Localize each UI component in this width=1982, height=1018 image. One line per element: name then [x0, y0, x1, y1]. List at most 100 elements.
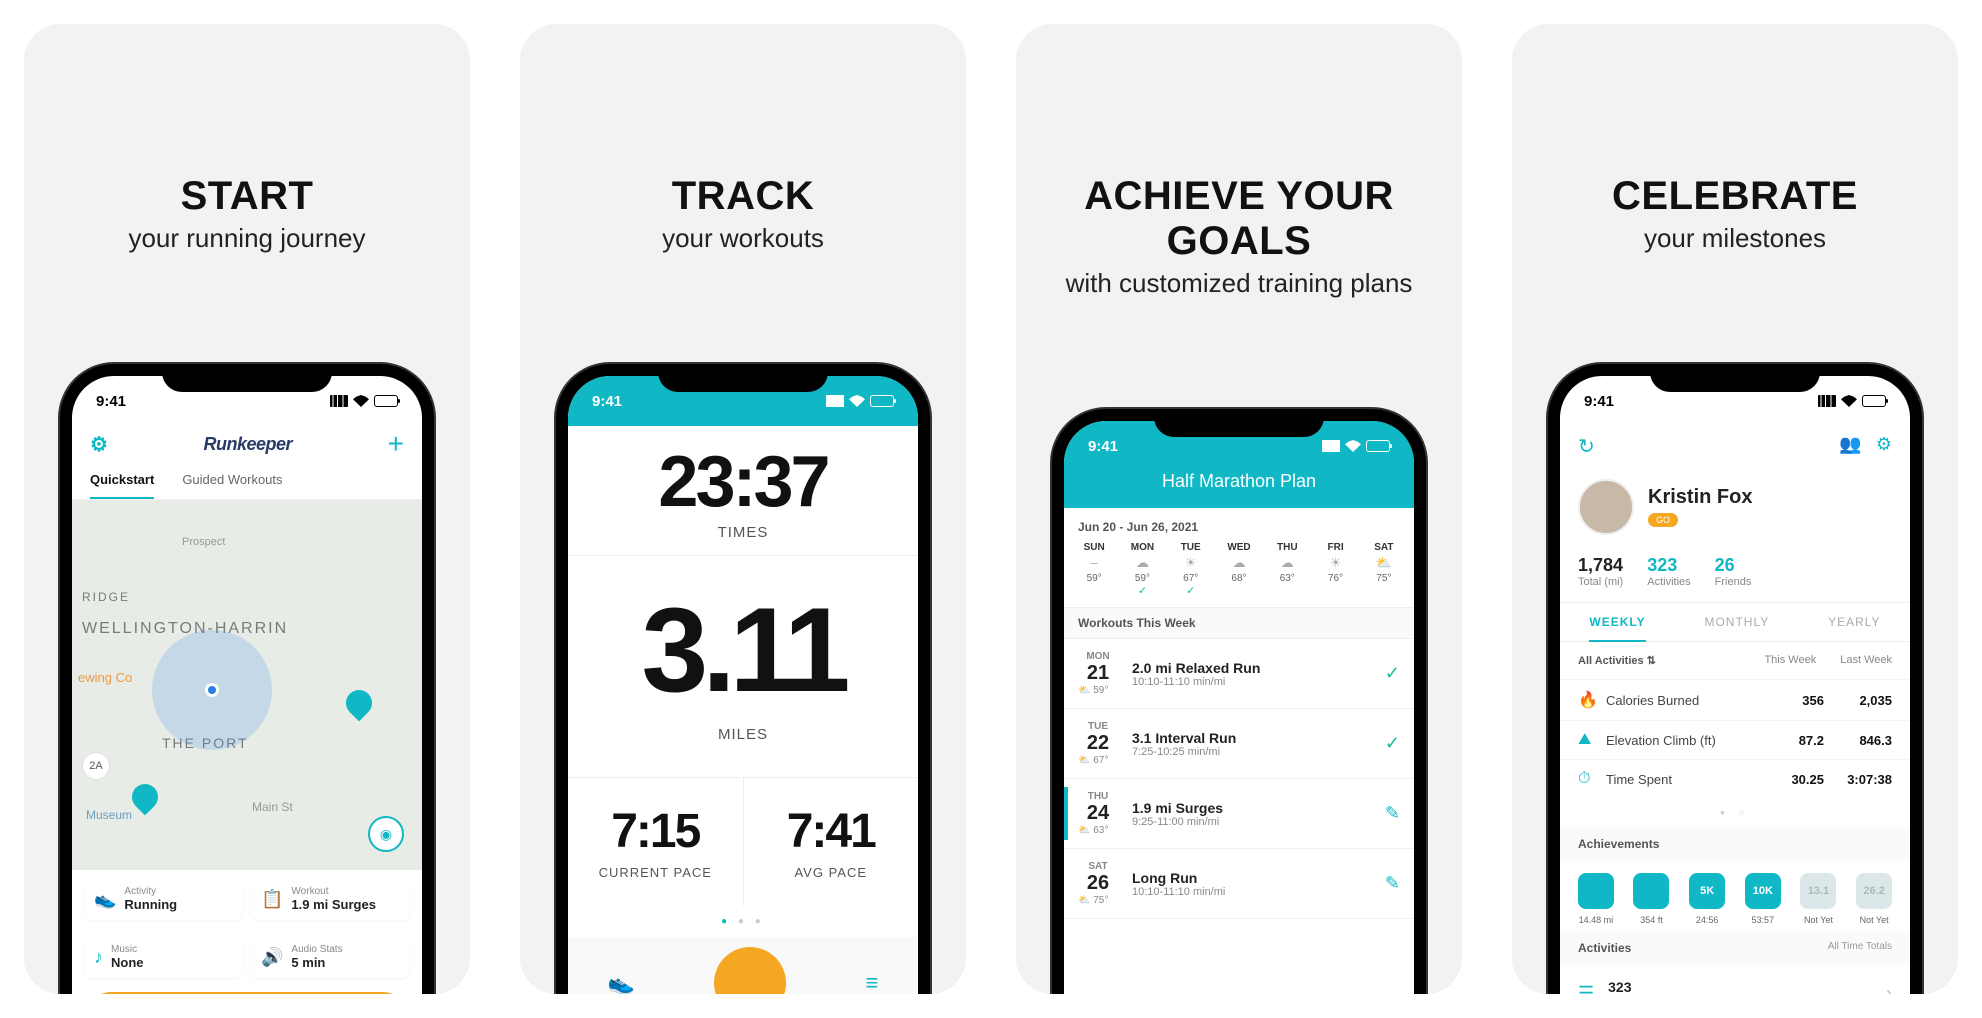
achievement-badge[interactable]: 26.2Not Yet [1856, 873, 1892, 925]
activity-filter[interactable]: All Activities ⇅ [1578, 654, 1656, 667]
settings-icon[interactable]: ⚙ [90, 432, 108, 457]
status-time: 9:41 [592, 393, 622, 410]
distance-value: 3.11 [568, 590, 918, 710]
week-calendar: SUN–59°MON☁59°✓TUE☀67°✓WED☁68°THU☁63°FRI… [1064, 542, 1414, 608]
signal-icon [330, 395, 348, 407]
battery-icon [1862, 395, 1886, 407]
speaker-icon: 🔊 [261, 947, 283, 968]
workout-row[interactable]: THU24⛅ 63°1.9 mi Surges9:25-11:00 min/mi… [1064, 779, 1414, 849]
tab-yearly[interactable]: YEARLY [1828, 615, 1880, 629]
profile-stat[interactable]: 26Friends [1715, 555, 1752, 588]
panel-title: ACHIEVE YOUR GOALS [1016, 174, 1462, 264]
day-col[interactable]: SAT⛅75° [1360, 542, 1408, 597]
start-button[interactable]: Start [84, 992, 410, 994]
workout-card[interactable]: 📋Workout1.9 mi Surges [251, 878, 410, 920]
activity-card[interactable]: 👟ActivityRunning [84, 878, 243, 920]
profile-stat[interactable]: 1,784Total (mi) [1578, 555, 1623, 588]
map-label-prospect: Prospect [182, 536, 225, 548]
map-poi-pin[interactable] [127, 779, 164, 816]
achievement-badge[interactable]: 13.1Not Yet [1800, 873, 1836, 925]
day-col[interactable]: SUN–59° [1070, 542, 1118, 597]
map-flag-pin[interactable] [341, 685, 378, 722]
day-col[interactable]: FRI☀76° [1311, 542, 1359, 597]
activities-heading: Activities [1578, 941, 1631, 955]
panel-title: CELEBRATE [1612, 174, 1858, 219]
edit-icon[interactable]: ✎ [1385, 803, 1400, 824]
profile-stat[interactable]: 323Activities [1647, 555, 1690, 588]
day-col[interactable]: MON☁59°✓ [1118, 542, 1166, 597]
music-card[interactable]: ♪MusicNone [84, 936, 243, 978]
panel-title: TRACK [672, 174, 814, 219]
phone-frame: 9:41 23:37 TIMES 3.11 MILES 7:15 CURRENT… [556, 364, 930, 994]
refresh-icon[interactable]: ↻ [1578, 434, 1595, 459]
date-range: Jun 20 - Jun 26, 2021 [1064, 508, 1414, 542]
activities-row[interactable]: ☰ 323Tracked › [1560, 965, 1910, 994]
day-col[interactable]: THU☁63° [1263, 542, 1311, 597]
panel-start: START your running journey 9:41 ⚙ Runkee… [24, 24, 470, 994]
audio-stats-card[interactable]: 🔊Audio Stats5 min [251, 936, 410, 978]
tab-weekly[interactable]: WEEKLY [1589, 615, 1645, 642]
achievements-heading: Achievements [1578, 837, 1659, 851]
panel-subtitle: your running journey [128, 223, 365, 254]
plan-title: Half Marathon Plan [1064, 471, 1414, 508]
tab-monthly[interactable]: MONTHLY [1704, 615, 1769, 629]
day-col[interactable]: WED☁68° [1215, 542, 1263, 597]
panel-subtitle: your workouts [662, 223, 824, 254]
achievement-badge[interactable]: 10K53:57 [1745, 873, 1781, 925]
wifi-icon [1345, 440, 1361, 452]
music-icon: ♪ [94, 947, 103, 968]
avatar[interactable] [1578, 479, 1634, 535]
achievement-badge[interactable]: 14.48 mi [1578, 873, 1614, 925]
layers-icon[interactable]: ≡ [866, 970, 879, 994]
panel-title: START [181, 174, 314, 219]
achievement-badge[interactable]: 5K24:56 [1689, 873, 1725, 925]
map-label-ridge: RIDGE [82, 590, 130, 604]
wifi-icon [1841, 395, 1857, 407]
profile-name: Kristin Fox [1648, 486, 1752, 509]
workout-row[interactable]: SAT26⛅ 75°Long Run10:10-11:10 min/mi✎ [1064, 849, 1414, 919]
distance-label: MILES [568, 726, 918, 743]
workout-row[interactable]: TUE22⛅ 67°3.1 Interval Run7:25-10:25 min… [1064, 709, 1414, 779]
location-accuracy-circle [152, 630, 272, 750]
map-view[interactable]: RIDGE WELLINGTON-HARRIN THE PORT ewing C… [72, 500, 422, 870]
map-label-museum: Museum [86, 808, 132, 822]
clipboard-icon: 📋 [261, 889, 283, 910]
col-this-week: This Week [1764, 654, 1816, 667]
achievement-badge[interactable]: 354 ft [1633, 873, 1669, 925]
map-label-main: Main St [252, 800, 293, 814]
chevron-right-icon: › [1886, 983, 1892, 995]
day-col[interactable]: TUE☀67°✓ [1167, 542, 1215, 597]
pause-button[interactable] [714, 947, 786, 994]
add-icon[interactable]: + [388, 428, 404, 460]
signal-icon [1322, 440, 1340, 452]
tab-quickstart[interactable]: Quickstart [90, 462, 154, 499]
current-pace-label: CURRENT PACE [568, 865, 743, 880]
settings-icon[interactable]: ⚙ [1876, 434, 1892, 454]
edit-icon[interactable]: ✎ [1385, 873, 1400, 894]
shoe-icon: 👟 [94, 889, 116, 910]
tab-guided[interactable]: Guided Workouts [182, 462, 282, 499]
page-indicator: ● ○ [1560, 798, 1910, 827]
wifi-icon [353, 395, 369, 407]
brand-logo: Runkeeper [204, 434, 293, 455]
wifi-icon [849, 395, 865, 407]
location-dot [205, 683, 219, 697]
live-tracking-button[interactable]: ◉ [368, 816, 404, 852]
workout-row[interactable]: MON21⛅ 59°2.0 mi Relaxed Run10:10-11:10 … [1064, 639, 1414, 709]
current-pace-value: 7:15 [568, 804, 743, 859]
go-badge: GO [1648, 513, 1678, 527]
activities-subtitle: All Time Totals [1828, 941, 1892, 955]
friends-icon[interactable]: 👥 [1839, 434, 1861, 454]
metric-row: ⏱Time Spent30.253:07:38 [1560, 759, 1910, 798]
status-time: 9:41 [96, 393, 126, 410]
route-badge: 2A [82, 752, 110, 780]
page-indicator: ● ● ● [568, 906, 918, 937]
panel-track: TRACK your workouts 9:41 23:37 TIMES 3.1… [520, 24, 966, 994]
list-icon: ☰ [1578, 983, 1594, 995]
section-heading: Workouts This Week [1064, 608, 1414, 639]
panel-subtitle: with customized training plans [1066, 268, 1413, 299]
status-time: 9:41 [1088, 438, 1118, 455]
metric-row: ⛰Elevation Climb (ft)87.2846.3 [1560, 720, 1910, 759]
shoe-icon[interactable]: 👟 [608, 970, 635, 994]
panel-celebrate: CELEBRATE your milestones 9:41 ↻ 👥 ⚙ [1512, 24, 1958, 994]
